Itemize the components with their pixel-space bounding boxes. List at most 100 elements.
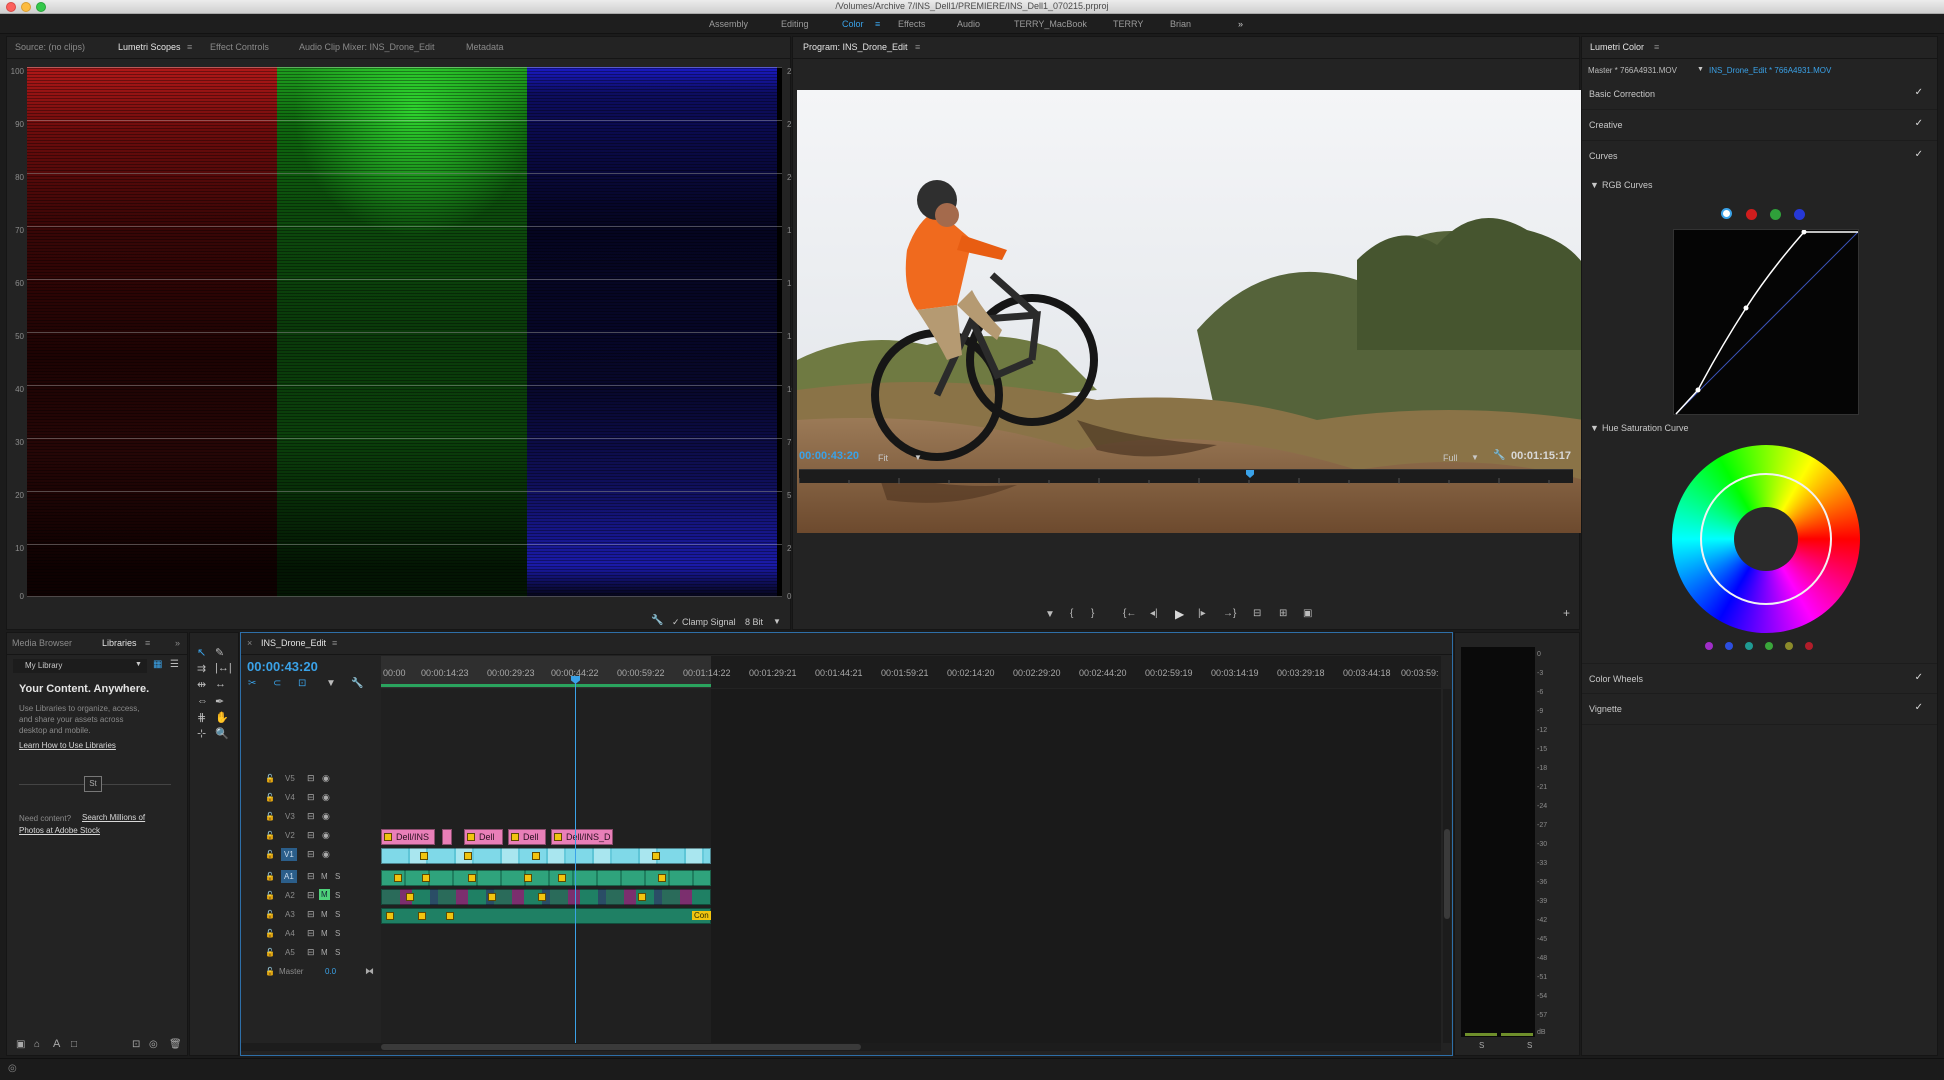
lock-icon[interactable]: 🔓 — [265, 872, 275, 881]
tab-sequence[interactable]: INS_Drone_Edit — [261, 638, 326, 648]
toggle-output-icon[interactable]: ⊟ — [307, 871, 315, 882]
tab-program[interactable]: Program: INS_Drone_Edit — [803, 42, 908, 52]
workspace-effects[interactable]: Effects — [898, 19, 925, 29]
eye-icon[interactable]: ◉ — [322, 811, 330, 822]
hand-tool-icon[interactable]: ✋ — [215, 711, 229, 724]
clamp-signal-checkbox[interactable]: ✓ Clamp Signal — [672, 617, 736, 628]
lock-icon[interactable]: 🔓 — [265, 910, 275, 919]
toggle-output-icon[interactable]: ⊟ — [307, 849, 315, 860]
adobe-stock-link[interactable]: Photos at Adobe Stock — [19, 826, 100, 835]
tab-media-browser[interactable]: Media Browser — [12, 638, 72, 648]
workspace-terry-macbook[interactable]: TERRY_MacBook — [1014, 19, 1087, 29]
add-text-icon[interactable]: A — [53, 1038, 60, 1050]
curve-channel-white-icon[interactable] — [1721, 208, 1732, 219]
delete-icon[interactable]: 🗑 — [169, 1039, 182, 1050]
toggle-output-icon[interactable]: ⊟ — [307, 830, 315, 841]
button-editor-plus-icon[interactable]: + — [1563, 606, 1570, 620]
solo-button[interactable]: S — [335, 891, 340, 900]
tab-menu-icon[interactable]: ≡ — [187, 42, 192, 52]
rgb-curves-twisty-icon[interactable]: ▼ — [1590, 180, 1599, 190]
program-time-ruler[interactable] — [798, 469, 1573, 484]
mute-button[interactable]: M — [321, 929, 328, 938]
zoom-tool-icon[interactable]: 🔍 — [215, 727, 229, 740]
hue-preset-teal-icon[interactable] — [1745, 642, 1753, 650]
workspace-brian[interactable]: Brian — [1170, 19, 1191, 29]
lock-icon[interactable]: 🔓 — [265, 948, 275, 957]
ripple-edit-icon[interactable]: |↔| — [215, 662, 232, 674]
extend-tool-icon[interactable]: ⊹ — [197, 727, 206, 740]
add-marker-icon[interactable]: ▼ — [1045, 609, 1055, 620]
go-to-end-icon[interactable]: ⧓ — [365, 966, 374, 977]
tab-libraries[interactable]: Libraries — [102, 638, 137, 648]
mark-in-icon[interactable]: { — [1070, 608, 1073, 619]
solo-right-button[interactable]: S — [1527, 1041, 1532, 1050]
section-enable-checkbox[interactable]: ✓ — [1915, 118, 1923, 129]
tab-lumetri-color[interactable]: Lumetri Color — [1590, 42, 1644, 52]
timeline-clips-a2[interactable] — [381, 889, 711, 905]
slide-tool-icon[interactable]: ⋕ — [197, 711, 206, 724]
timeline-clip-v2[interactable]: Dell — [508, 829, 546, 845]
timeline-clip-v2[interactable]: Dell/INS — [381, 829, 435, 845]
curve-channel-green-icon[interactable] — [1770, 209, 1781, 220]
step-back-icon[interactable]: ◂| — [1150, 608, 1158, 619]
timeline-clips-v1[interactable] — [381, 848, 711, 864]
curve-channel-red-icon[interactable] — [1746, 209, 1757, 220]
hue-preset-purple-icon[interactable] — [1705, 642, 1713, 650]
rate-stretch-icon[interactable]: ↔ — [215, 678, 226, 690]
tab-source[interactable]: Source: (no clips) — [15, 42, 85, 52]
empty-timeline-area[interactable] — [711, 689, 1441, 1049]
lock-icon[interactable]: 🔓 — [265, 812, 275, 821]
toggle-output-icon[interactable]: ⊟ — [307, 909, 315, 920]
tab-lumetri-scopes[interactable]: Lumetri Scopes — [118, 42, 181, 52]
hue-preset-olive-icon[interactable] — [1785, 642, 1793, 650]
zoom-fit-select[interactable]: Fit — [878, 453, 888, 463]
solo-button[interactable]: S — [335, 948, 340, 957]
add-graphic-icon[interactable]: ⌂ — [34, 1039, 40, 1050]
track-select-icon[interactable]: ⇉ — [197, 662, 206, 675]
mark-out-icon[interactable]: } — [1091, 608, 1094, 619]
section-curves[interactable]: Curves ✓ — [1582, 141, 1937, 172]
search-stock-link[interactable]: Search Millions of — [82, 813, 145, 822]
timeline-settings-wrench-icon[interactable]: 🔧 — [351, 678, 363, 689]
toggle-output-icon[interactable]: ⊟ — [307, 947, 315, 958]
lock-icon[interactable]: 🔓 — [265, 929, 275, 938]
panel-overflow-icon[interactable]: » — [175, 638, 180, 648]
mute-button[interactable]: M — [321, 948, 328, 957]
workspace-editing[interactable]: Editing — [781, 19, 809, 29]
workspace-audio[interactable]: Audio — [957, 19, 980, 29]
extract-icon[interactable]: ⊞ — [1279, 608, 1287, 619]
timeline-clip-v2[interactable] — [442, 829, 452, 845]
lock-icon[interactable]: 🔓 — [265, 793, 275, 802]
hue-sat-curve-label[interactable]: Hue Saturation Curve — [1602, 423, 1689, 433]
workspace-terry[interactable]: TERRY — [1113, 19, 1143, 29]
timeline-clip-v2[interactable]: Dell/INS_D — [551, 829, 613, 845]
scope-settings-wrench-icon[interactable]: 🔧 — [651, 615, 663, 626]
pen-tool-icon[interactable]: ✒ — [215, 695, 224, 708]
eye-icon[interactable]: ◉ — [322, 773, 330, 784]
lock-icon[interactable]: 🔓 — [265, 850, 275, 859]
lift-icon[interactable]: ⊟ — [1253, 608, 1261, 619]
solo-button[interactable]: S — [335, 929, 340, 938]
lock-icon[interactable]: 🔓 — [265, 831, 275, 840]
tab-menu-icon[interactable]: ≡ — [332, 638, 337, 648]
linked-selection-icon[interactable]: ⊂ — [273, 678, 281, 689]
section-enable-checkbox[interactable]: ✓ — [1915, 149, 1923, 160]
learn-libraries-link[interactable]: Learn How to Use Libraries — [19, 741, 116, 750]
timeline-vertical-scrollbar[interactable] — [1443, 689, 1451, 1043]
program-settings-wrench-icon[interactable]: 🔧 — [1493, 450, 1505, 461]
timeline-clip-a3[interactable]: Con — [381, 908, 711, 924]
tab-menu-icon[interactable]: ≡ — [915, 42, 920, 52]
step-forward-icon[interactable]: |▸ — [1198, 608, 1206, 619]
tab-audio-clip-mixer[interactable]: Audio Clip Mixer: INS_Drone_Edit — [299, 42, 435, 52]
section-vignette[interactable]: Vignette ✓ — [1582, 694, 1937, 725]
status-icon[interactable]: ◎ — [8, 1063, 17, 1074]
toggle-output-icon[interactable]: ⊟ — [307, 890, 315, 901]
grid-view-icon[interactable]: ▦ — [153, 659, 162, 670]
hue-saturation-wheel[interactable] — [1672, 445, 1860, 633]
curve-channel-blue-icon[interactable] — [1794, 209, 1805, 220]
add-color-icon[interactable]: □ — [71, 1039, 77, 1050]
timeline-timecode[interactable]: 00:00:43:20 — [247, 659, 318, 674]
hue-preset-blue-icon[interactable] — [1725, 642, 1733, 650]
section-color-wheels[interactable]: Color Wheels ✓ — [1582, 663, 1937, 694]
program-timecode[interactable]: 00:00:43:20 — [799, 450, 859, 462]
